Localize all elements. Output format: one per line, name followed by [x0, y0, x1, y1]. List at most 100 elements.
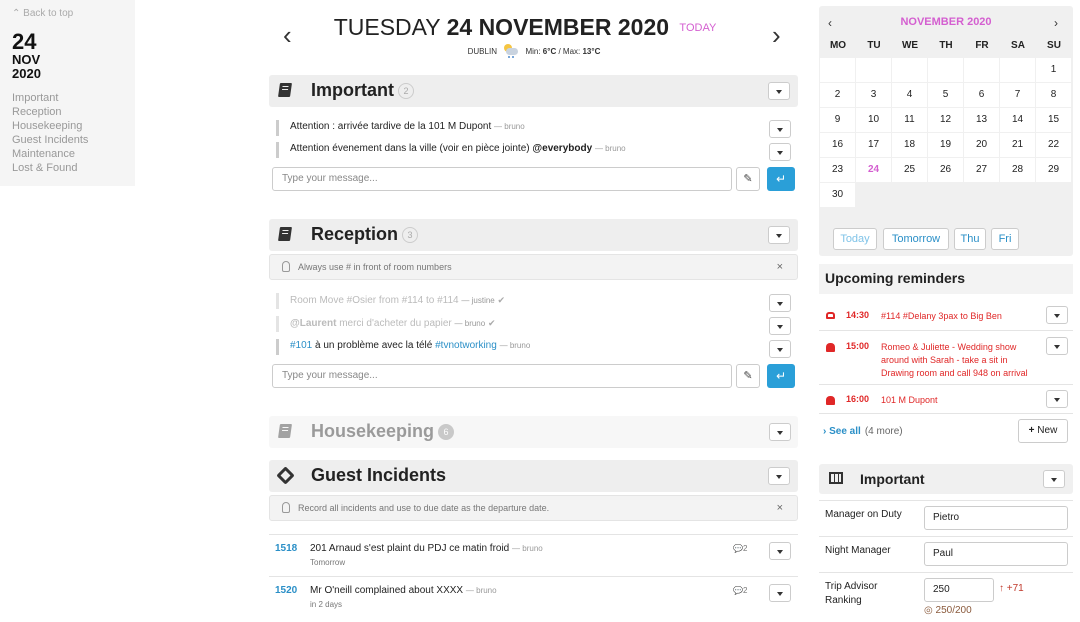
calendar-day[interactable]: 22: [1036, 133, 1071, 157]
calendar-day[interactable]: 1: [1036, 58, 1071, 82]
calendar-day[interactable]: 12: [928, 108, 963, 132]
calendar-day[interactable]: 8: [1036, 83, 1071, 107]
divider: [819, 384, 1073, 385]
incident-number[interactable]: 1518: [275, 543, 297, 554]
calendar-next-icon[interactable]: ›: [1054, 16, 1058, 30]
field-input[interactable]: 250: [924, 578, 994, 602]
big-year: 2020: [12, 66, 41, 81]
reminder-dropdown-button[interactable]: [1046, 306, 1068, 324]
nav-item-lost-found[interactable]: Lost & Found: [12, 161, 123, 175]
reminder-item[interactable]: 15:00 Romeo & Juliette - Wedding show ar…: [819, 337, 1073, 381]
nav-item-reception[interactable]: Reception: [12, 105, 123, 119]
quick-fri-button[interactable]: Fri: [991, 228, 1019, 250]
message-dropdown-button[interactable]: [769, 317, 791, 335]
calendar-day[interactable]: 6: [964, 83, 999, 107]
calendar-day[interactable]: [964, 58, 999, 82]
calendar-day[interactable]: 3: [856, 83, 891, 107]
nav-item-housekeeping[interactable]: Housekeeping: [12, 119, 123, 133]
message-dropdown-button[interactable]: [769, 294, 791, 312]
reminder-item[interactable]: 14:30 #114 #Delany 3pax to Big Ben: [819, 306, 1073, 324]
close-note-icon[interactable]: ×: [777, 261, 783, 273]
calendar-day[interactable]: 24: [856, 158, 891, 182]
incident-row[interactable]: 1518 201 Arnaud s'est plaint du PDJ ce m…: [269, 534, 798, 576]
reminder-item[interactable]: 16:00 101 M Dupont: [819, 390, 1073, 408]
page-title: TUESDAY 24 NOVEMBER 2020 TODAY: [290, 14, 760, 41]
quick-thu-button[interactable]: Thu: [954, 228, 986, 250]
message-item: Attention évenement dans la ville (voir …: [276, 142, 746, 158]
panel-dropdown-button[interactable]: [1043, 470, 1065, 488]
paperclip-icon[interactable]: ✎: [736, 167, 760, 191]
calendar-day[interactable]: 20: [964, 133, 999, 157]
message-item: #101 à un problème avec la télé #tvnotwo…: [276, 339, 746, 355]
nav-item-maintenance[interactable]: Maintenance: [12, 147, 123, 161]
quick-today-button[interactable]: Today: [833, 228, 877, 250]
bell-icon: [826, 396, 835, 405]
max-temp: 13°C: [582, 47, 601, 56]
quick-tomorrow-button[interactable]: Tomorrow: [883, 228, 949, 250]
calendar-day[interactable]: 14: [1000, 108, 1035, 132]
calendar-day[interactable]: 21: [1000, 133, 1035, 157]
tag-icon: [276, 466, 295, 485]
calendar-day[interactable]: 11: [892, 108, 927, 132]
calendar-day[interactable]: 23: [820, 158, 855, 182]
incident-text: 201 Arnaud s'est plaint du PDJ ce matin …: [310, 543, 543, 554]
count-badge: 6: [438, 424, 455, 440]
reminder-dropdown-button[interactable]: [1046, 390, 1068, 408]
incident-dropdown-button[interactable]: [769, 542, 791, 560]
calendar-day[interactable]: 18: [892, 133, 927, 157]
paperclip-icon[interactable]: ✎: [736, 364, 760, 388]
weekday-label: TUESDAY: [333, 14, 441, 40]
calendar-day[interactable]: [928, 58, 963, 82]
weekday-header: MO: [829, 40, 847, 51]
section-dropdown-button[interactable]: [768, 467, 790, 485]
close-note-icon[interactable]: ×: [777, 502, 783, 514]
section-dropdown-button[interactable]: [769, 423, 791, 441]
section-dropdown-button[interactable]: [768, 226, 790, 244]
message-dropdown-button[interactable]: [769, 143, 791, 161]
calendar-day[interactable]: [856, 58, 891, 82]
calendar-day[interactable]: 30: [820, 183, 855, 207]
incident-dropdown-button[interactable]: [769, 584, 791, 602]
calendar-day[interactable]: 5: [928, 83, 963, 107]
mini-calendar: ‹ NOVEMBER 2020 › MO TU WE TH FR SA SU 1…: [819, 6, 1073, 256]
calendar-day[interactable]: 28: [1000, 158, 1035, 182]
calendar-day[interactable]: 15: [1036, 108, 1071, 132]
back-to-top-link[interactable]: ⌃ Back to top: [12, 8, 123, 19]
new-reminder-button[interactable]: + New: [1018, 419, 1068, 443]
message-input[interactable]: Type your message...: [272, 167, 732, 191]
calendar-day[interactable]: 25: [892, 158, 927, 182]
calendar-day[interactable]: [1000, 58, 1035, 82]
calendar-day[interactable]: 9: [820, 108, 855, 132]
calendar-day[interactable]: [820, 58, 855, 82]
calendar-day[interactable]: 29: [1036, 158, 1071, 182]
calendar-day[interactable]: 7: [1000, 83, 1035, 107]
calendar-day[interactable]: 10: [856, 108, 891, 132]
calendar-day[interactable]: 16: [820, 133, 855, 157]
calendar-day[interactable]: 13: [964, 108, 999, 132]
incident-number[interactable]: 1520: [275, 585, 297, 596]
reminder-text: #114 #Delany 3pax to Big Ben: [881, 311, 1002, 321]
calendar-day[interactable]: [892, 58, 927, 82]
calendar-month-title: NOVEMBER 2020: [900, 16, 992, 28]
nav-item-important[interactable]: Important: [12, 91, 123, 105]
field-input[interactable]: Pietro: [924, 506, 1068, 530]
nav-item-guest-incidents[interactable]: Guest Incidents: [12, 133, 123, 147]
calendar-day[interactable]: 2: [820, 83, 855, 107]
section-dropdown-button[interactable]: [768, 82, 790, 100]
message-input[interactable]: Type your message...: [272, 364, 732, 388]
message-dropdown-button[interactable]: [769, 120, 791, 138]
reminder-dropdown-button[interactable]: [1046, 337, 1068, 355]
field-input[interactable]: Paul: [924, 542, 1068, 566]
message-dropdown-button[interactable]: [769, 340, 791, 358]
calendar-day[interactable]: 26: [928, 158, 963, 182]
partly-cloudy-rain-icon: [503, 44, 519, 58]
send-button[interactable]: ↵: [767, 167, 795, 191]
incident-row[interactable]: 1520 Mr O'neill complained about XXXX — …: [269, 576, 798, 618]
big-day: 24: [12, 29, 37, 54]
calendar-day[interactable]: 19: [928, 133, 963, 157]
calendar-day[interactable]: 27: [964, 158, 999, 182]
calendar-day[interactable]: 17: [856, 133, 891, 157]
calendar-day[interactable]: 4: [892, 83, 927, 107]
see-all-link[interactable]: › See all (4 more): [823, 426, 903, 437]
send-button[interactable]: ↵: [767, 364, 795, 388]
